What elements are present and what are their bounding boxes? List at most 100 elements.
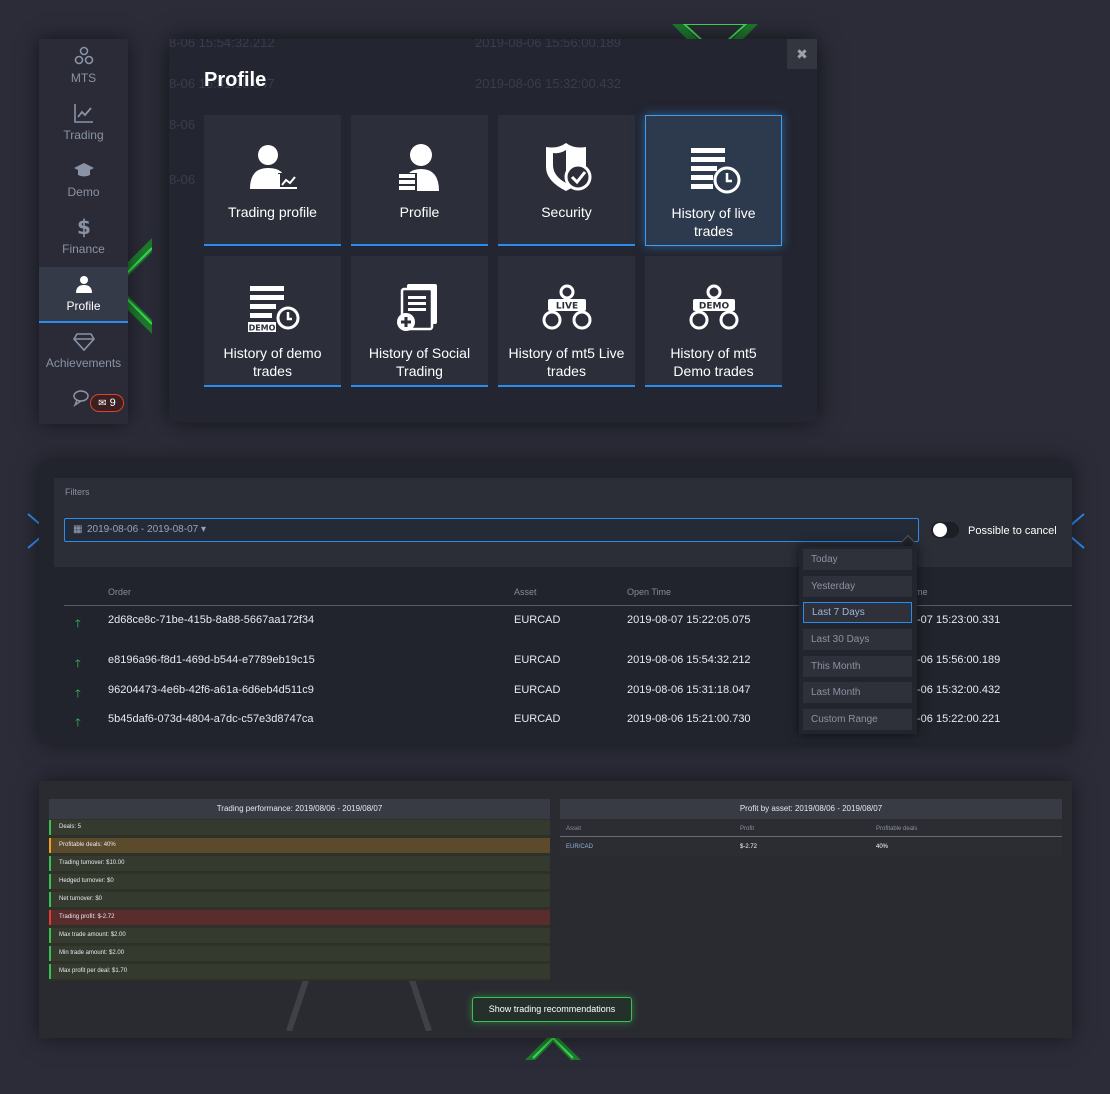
performance-panel: Trading performance: 2019/08/06 - 2019/0…: [39, 781, 1072, 1038]
column-header-asset[interactable]: Asset: [514, 587, 537, 597]
range-option-custom-range[interactable]: Custom Range: [803, 709, 912, 730]
sidebar-item-mts[interactable]: MTS: [39, 39, 128, 95]
range-option-this-month[interactable]: This Month: [803, 656, 912, 677]
sidebar-item-label: Demo: [67, 185, 100, 199]
range-option-last-7-days[interactable]: Last 7 Days: [803, 602, 912, 623]
stat-row: Profitable deals: 40%: [49, 838, 550, 853]
close-button[interactable]: ✖: [787, 39, 817, 69]
possible-to-cancel-toggle[interactable]: [931, 522, 959, 538]
mail-badge[interactable]: ✉ 9: [90, 394, 124, 412]
open-time: 2019-08-06 15:31:18.047: [627, 684, 751, 696]
date-range-input[interactable]: ▦ 2019-08-06 - 2019-08-07 ▾: [64, 518, 919, 542]
sidebar-item-profile[interactable]: Profile: [39, 267, 128, 323]
shield-check-icon: [498, 141, 635, 195]
graduation-cap-icon: [39, 159, 128, 183]
order-id: 5b45daf6-073d-4804-a7dc-c57e3d8747ca: [108, 713, 314, 725]
sidebar-item-finance[interactable]: $ Finance: [39, 210, 128, 266]
column-header-asset: Asset: [566, 826, 582, 832]
tile-history-live[interactable]: History of live trades: [645, 115, 782, 246]
modal-title: Profile: [204, 69, 267, 91]
dollar-icon: $: [39, 215, 128, 240]
profit-by-asset-table: Profit by asset: 2019/08/06 - 2019/08/07…: [560, 799, 1062, 857]
asset-profit: $-2.72: [740, 844, 758, 850]
date-range-dropdown: Today Yesterday Last 7 Days Last 30 Days…: [799, 546, 917, 734]
stat-row: Deals: 5: [49, 820, 550, 835]
close-time: -06 15:32:00.432: [917, 684, 1001, 696]
mt5-demo-icon: DEMO: [645, 282, 782, 336]
asset-link[interactable]: EUR/CAD: [566, 844, 593, 850]
filters-bar: Filters ▦ 2019-08-06 - 2019-08-07 ▾ Poss…: [54, 478, 1072, 567]
envelope-icon: ✉: [98, 398, 107, 409]
mail-count: 9: [109, 397, 116, 409]
svg-text:$: $: [77, 216, 91, 238]
arrow-up-icon: 🡑: [75, 688, 81, 700]
diamond-icon: [39, 330, 128, 354]
stat-row: Net turnover: $0: [49, 892, 550, 907]
background-timestamp: 8-06 15:54:32.212: [169, 39, 275, 50]
background-timestamp: 2019-08-06 15:32:00.432: [475, 76, 622, 91]
tile-trading-profile[interactable]: Trading profile: [204, 115, 341, 246]
open-time: 2019-08-06 15:21:00.730: [627, 713, 751, 725]
sidebar-item-label: Trading: [63, 128, 104, 142]
tile-label: History of live trades: [671, 205, 756, 239]
tile-history-social[interactable]: History of Social Trading: [351, 256, 488, 387]
column-header-open-time[interactable]: Open Time: [627, 587, 671, 597]
sidebar-item-label: Achievements: [45, 356, 122, 370]
stat-row: Trading profit: $-2.72: [49, 910, 550, 925]
toggle-label: Possible to cancel: [968, 525, 1057, 537]
stat-row: Max trade amount: $2.00: [49, 928, 550, 943]
tile-history-demo[interactable]: DEMO History of demo trades: [204, 256, 341, 387]
profile-list-icon: [351, 141, 488, 195]
range-option-today[interactable]: Today: [803, 549, 912, 570]
tile-label: History of Social Trading: [368, 345, 471, 379]
show-trading-recommendations-button[interactable]: Show trading recommendations: [472, 997, 632, 1022]
sidebar-item-achievements[interactable]: Achievements: [39, 324, 128, 380]
background-timestamp: 2019-08-06 15:56:00.189: [475, 39, 622, 50]
stat-row: Max profit per deal: $1.70: [49, 964, 550, 979]
tile-mt5-live[interactable]: LIVE History of mt5 Live trades: [498, 256, 635, 387]
tile-mt5-demo[interactable]: DEMO History of mt5 Demo trades: [645, 256, 782, 387]
tile-label: Security: [541, 204, 592, 220]
social-trading-icon: [351, 282, 488, 336]
history-demo-icon: DEMO: [204, 282, 341, 336]
range-option-yesterday[interactable]: Yesterday: [803, 576, 912, 597]
tile-label: History of mt5 Live trades: [508, 345, 625, 379]
svg-text:LIVE: LIVE: [555, 302, 577, 312]
toggle-knob: [933, 523, 947, 537]
profit-by-asset-title: Profit by asset: 2019/08/06 - 2019/08/07: [560, 799, 1062, 819]
svg-text:DEMO: DEMO: [698, 302, 729, 312]
date-range-value: 2019-08-06 - 2019-08-07: [87, 524, 199, 535]
history-live-icon: [646, 142, 781, 196]
asset: EURCAD: [514, 684, 561, 696]
asset-profitable-deals: 40%: [876, 844, 889, 850]
svg-text:DEMO: DEMO: [248, 324, 275, 333]
close-time: -06 15:22:00.221: [917, 713, 1001, 725]
sidebar-item-label: MTS: [70, 71, 97, 85]
tile-label: History of demo trades: [223, 345, 322, 379]
tile-label: History of mt5 Demo trades: [670, 345, 757, 379]
asset: EURCAD: [514, 713, 561, 725]
column-header-order[interactable]: Order: [108, 587, 131, 597]
arrow-up-icon: 🡑: [75, 717, 81, 729]
arrow-up-icon: 🡑: [75, 658, 81, 670]
sidebar-item-trading[interactable]: Trading: [39, 96, 128, 152]
asset: EURCAD: [514, 614, 561, 626]
close-icon: ✖: [796, 46, 808, 62]
range-option-last-30-days[interactable]: Last 30 Days: [803, 629, 912, 650]
arrow-up-icon: 🡑: [75, 618, 81, 630]
tile-profile[interactable]: Profile: [351, 115, 488, 246]
order-id: e8196a96-f8d1-469d-b544-e7789eb19c15: [108, 654, 315, 666]
table-header-divider: [560, 836, 1062, 837]
background-timestamp: 8-06: [169, 172, 196, 187]
stat-row: Min trade amount: $2.00: [49, 946, 550, 961]
open-time: 2019-08-07 15:22:05.075: [627, 614, 751, 626]
range-option-last-month[interactable]: Last Month: [803, 682, 912, 703]
calendar-icon: ▦: [73, 524, 83, 535]
tile-security[interactable]: Security: [498, 115, 635, 246]
trading-profile-icon: [204, 141, 341, 195]
sidebar-item-demo[interactable]: Demo: [39, 153, 128, 209]
asset: EURCAD: [514, 654, 561, 666]
caret-down-icon: ▾: [200, 524, 207, 535]
mts-icon: [39, 45, 128, 69]
trades-panel: Filters ▦ 2019-08-06 - 2019-08-07 ▾ Poss…: [39, 462, 1072, 743]
